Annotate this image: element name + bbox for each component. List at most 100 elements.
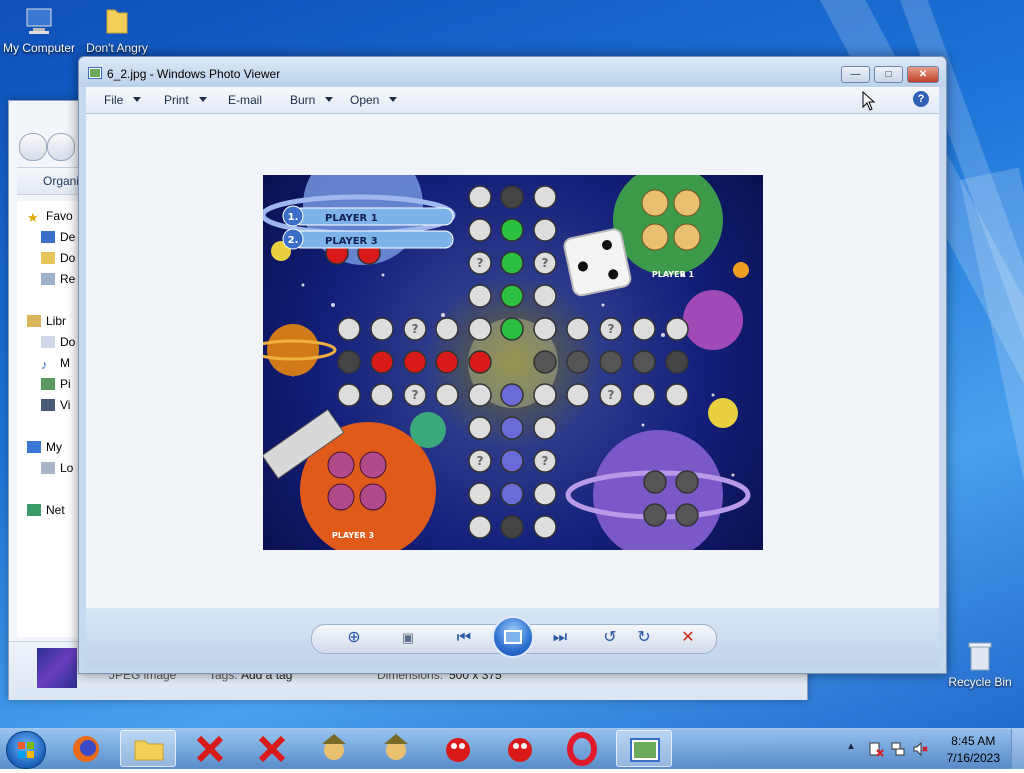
nav-item-my-computer[interactable]: My bbox=[27, 440, 62, 454]
taskbar-game-2[interactable] bbox=[368, 730, 424, 767]
folder-icon bbox=[106, 9, 128, 34]
nav-item-videos[interactable]: Vi bbox=[41, 398, 70, 412]
nav-item-pictures[interactable]: Pi bbox=[41, 377, 71, 391]
game-screenshot: ???? ???? 1. PLAYER 1 2. PLAYER 3 PLAYER… bbox=[263, 175, 763, 550]
nav-item-label: Favo bbox=[46, 209, 73, 223]
back-button[interactable] bbox=[19, 133, 47, 161]
taskbar-ladybug-2[interactable] bbox=[492, 730, 548, 767]
game-board-art: ???? ???? 1. PLAYER 1 2. PLAYER 3 PLAYER… bbox=[263, 175, 751, 550]
menu-label: Burn bbox=[290, 93, 316, 107]
taskbar-app-x2[interactable] bbox=[244, 730, 300, 767]
network-icon[interactable] bbox=[890, 741, 906, 757]
orange-planet bbox=[267, 324, 319, 376]
menu-print[interactable]: Print bbox=[164, 93, 207, 107]
nav-item-desktop[interactable]: De bbox=[41, 230, 75, 244]
desktop-icon-label: Don't Angry bbox=[86, 41, 148, 55]
nav-item-label: Vi bbox=[60, 398, 71, 412]
zoom-button[interactable]: ⊕ bbox=[342, 628, 366, 648]
nav-item-label: My bbox=[46, 440, 62, 454]
help-icon[interactable]: ? bbox=[913, 91, 929, 107]
nav-item-local-disk[interactable]: Lo bbox=[41, 461, 73, 475]
menu-label: File bbox=[104, 93, 124, 107]
menu-burn[interactable]: Burn bbox=[290, 93, 334, 107]
chevron-down-icon bbox=[133, 97, 142, 102]
nav-item-documents[interactable]: Do bbox=[41, 335, 75, 349]
small-planet bbox=[733, 262, 749, 278]
folder-icon bbox=[41, 252, 55, 264]
show-hidden-icons-icon[interactable]: ▲ bbox=[846, 741, 856, 752]
next-button[interactable]: ⏭ bbox=[548, 628, 572, 648]
desktop-icon-dont-angry[interactable]: Don't Angry bbox=[78, 6, 156, 55]
slideshow-button[interactable] bbox=[492, 616, 534, 658]
nav-item-music[interactable]: ♪ M bbox=[41, 356, 70, 372]
taskbar-firefox[interactable] bbox=[58, 730, 114, 767]
chevron-down-icon bbox=[198, 97, 207, 102]
svg-text:?: ? bbox=[477, 256, 484, 270]
nav-item-libraries[interactable]: Libr bbox=[27, 314, 66, 328]
nav-item-recent[interactable]: Re bbox=[41, 272, 75, 286]
clock[interactable]: 8:45 AM 7/16/2023 bbox=[947, 733, 1000, 767]
nav-item-label: Net bbox=[46, 503, 65, 517]
svg-text:?: ? bbox=[477, 454, 484, 468]
rotate-counterclockwise-button[interactable]: ↺ bbox=[598, 628, 622, 648]
corner-label: PLAYER 1 bbox=[652, 270, 695, 279]
corner-label: PLAYER 3 bbox=[332, 531, 374, 540]
menu-open[interactable]: Open bbox=[350, 93, 398, 107]
chevron-down-icon bbox=[325, 97, 334, 102]
title-bar[interactable]: 6_2.jpg - Windows Photo Viewer — □ ✕ bbox=[79, 57, 946, 87]
taskbar-opera[interactable] bbox=[554, 730, 610, 767]
menu-email[interactable]: E-mail bbox=[228, 93, 262, 107]
red-x-icon bbox=[196, 735, 224, 763]
desktop-icon-my-computer[interactable]: My Computer bbox=[0, 6, 78, 55]
taskbar-game-1[interactable] bbox=[306, 730, 362, 767]
die bbox=[563, 228, 632, 297]
clock-date: 7/16/2023 bbox=[946, 751, 1000, 765]
desktop-icon-label: My Computer bbox=[2, 41, 76, 55]
close-button[interactable]: ✕ bbox=[907, 66, 939, 83]
previous-button[interactable]: ⏮ bbox=[452, 628, 476, 648]
svg-text:?: ? bbox=[412, 388, 419, 402]
nav-item-label: Pi bbox=[60, 377, 71, 391]
recent-icon bbox=[41, 273, 55, 285]
taskbar: ▲ 8:45 AM 7/16/2023 bbox=[0, 728, 1024, 769]
taskbar-ladybug-1[interactable] bbox=[430, 730, 486, 767]
nav-item-label: M bbox=[60, 356, 70, 370]
menu-label: Print bbox=[164, 93, 189, 107]
small-planet bbox=[708, 398, 738, 428]
taskbar-app-x1[interactable] bbox=[182, 730, 238, 767]
ladybug-icon bbox=[446, 738, 470, 762]
svg-text:?: ? bbox=[608, 322, 615, 336]
minimize-button[interactable]: — bbox=[841, 66, 870, 83]
start-button[interactable] bbox=[6, 731, 46, 769]
svg-text:?: ? bbox=[542, 454, 549, 468]
delete-button[interactable]: ✕ bbox=[676, 628, 700, 648]
desktop-icon-recycle-bin[interactable]: Recycle Bin bbox=[940, 640, 1020, 689]
taskbar-photo-viewer[interactable] bbox=[616, 730, 672, 767]
player-tag-1: 1. PLAYER 1 bbox=[282, 205, 454, 227]
navigation-pane: ★ Favo De Do Re Libr Do ♪ M Pi Vi My Lo Ne… bbox=[17, 201, 85, 637]
maximize-button[interactable]: □ bbox=[874, 66, 903, 83]
computer-icon bbox=[26, 8, 52, 34]
green-planet bbox=[613, 175, 723, 275]
svg-text:?: ? bbox=[412, 322, 419, 336]
volume-muted-icon[interactable] bbox=[912, 741, 928, 757]
player-tag-2: 2. PLAYER 3 bbox=[282, 228, 454, 250]
desktop-icon bbox=[41, 231, 55, 243]
nav-item-favorites[interactable]: ★ Favo bbox=[27, 209, 73, 225]
actual-size-button[interactable]: ▣ bbox=[396, 628, 420, 648]
documents-icon bbox=[41, 336, 55, 348]
computer-icon bbox=[27, 441, 41, 453]
red-x-icon bbox=[258, 735, 286, 763]
nav-item-downloads[interactable]: Do bbox=[41, 251, 75, 265]
rotate-clockwise-button[interactable]: ↻ bbox=[632, 628, 656, 648]
menu-file[interactable]: File bbox=[104, 93, 142, 107]
action-center-icon[interactable] bbox=[868, 741, 884, 757]
nav-item-network[interactable]: Net bbox=[27, 503, 65, 517]
show-desktop-button[interactable] bbox=[1011, 729, 1024, 769]
opera-icon bbox=[567, 732, 597, 766]
menu-bar: File Print E-mail Burn Open ? bbox=[86, 87, 939, 114]
file-thumbnail bbox=[37, 648, 77, 688]
desktop-icon-label: Recycle Bin bbox=[948, 675, 1012, 689]
forward-button[interactable] bbox=[47, 133, 75, 161]
taskbar-explorer[interactable] bbox=[120, 730, 176, 767]
